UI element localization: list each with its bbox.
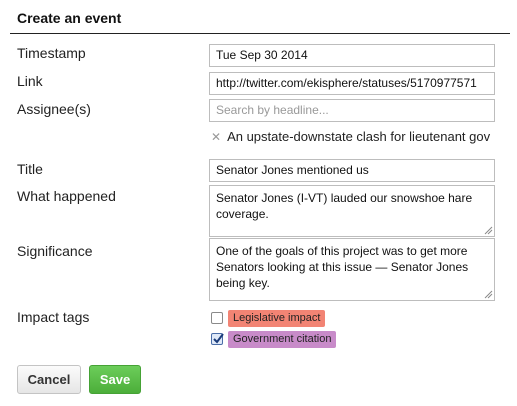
impact-tag-option[interactable]: Legislative impact	[211, 309, 326, 327]
significance-textarea[interactable]: One of the goals of this project was to …	[209, 238, 495, 301]
government-citation-checkbox[interactable]	[211, 333, 224, 345]
form-title: Create an event	[17, 10, 122, 26]
assignee-chip: ✕ An upstate-downstate clash for lieutena…	[211, 129, 490, 144]
impact-tag-option[interactable]: Government citation	[211, 330, 337, 348]
timestamp-label: Timestamp	[17, 45, 86, 61]
close-icon[interactable]: ✕	[211, 130, 221, 144]
government-citation-tag: Government citation	[228, 330, 337, 348]
timestamp-input[interactable]: Tue Sep 30 2014	[209, 44, 495, 67]
check-icon	[213, 333, 224, 344]
save-button[interactable]: Save	[89, 365, 141, 394]
title-input[interactable]: Senator Jones mentioned us	[209, 159, 495, 182]
assignee-search-input[interactable]: Search by headline...	[209, 99, 495, 122]
significance-label: Significance	[17, 243, 93, 259]
link-input[interactable]: http://twitter.com/ekisphere/statuses/51…	[209, 72, 495, 95]
legislative-impact-checkbox[interactable]	[211, 312, 223, 324]
link-label: Link	[17, 73, 43, 89]
resize-grip-icon[interactable]	[483, 225, 493, 235]
significance-text: One of the goals of this project was to …	[216, 244, 469, 290]
legislative-impact-tag: Legislative impact	[228, 309, 326, 327]
resize-grip-icon[interactable]	[483, 289, 493, 299]
impact-tags-label: Impact tags	[17, 309, 90, 325]
title-divider	[10, 33, 510, 34]
create-event-form: Create an event Timestamp Tue Sep 30 201…	[0, 0, 517, 406]
what-happened-textarea[interactable]: Senator Jones (I-VT) lauded our snowshoe…	[209, 185, 495, 237]
what-happened-label: What happened	[17, 188, 116, 204]
what-happened-text: Senator Jones (I-VT) lauded our snowshoe…	[216, 191, 473, 221]
assignee-chip-label: An upstate-downstate clash for lieutenan…	[227, 129, 491, 144]
title-label: Title	[17, 161, 43, 177]
assignees-label: Assignee(s)	[17, 101, 91, 117]
cancel-button[interactable]: Cancel	[17, 365, 81, 394]
